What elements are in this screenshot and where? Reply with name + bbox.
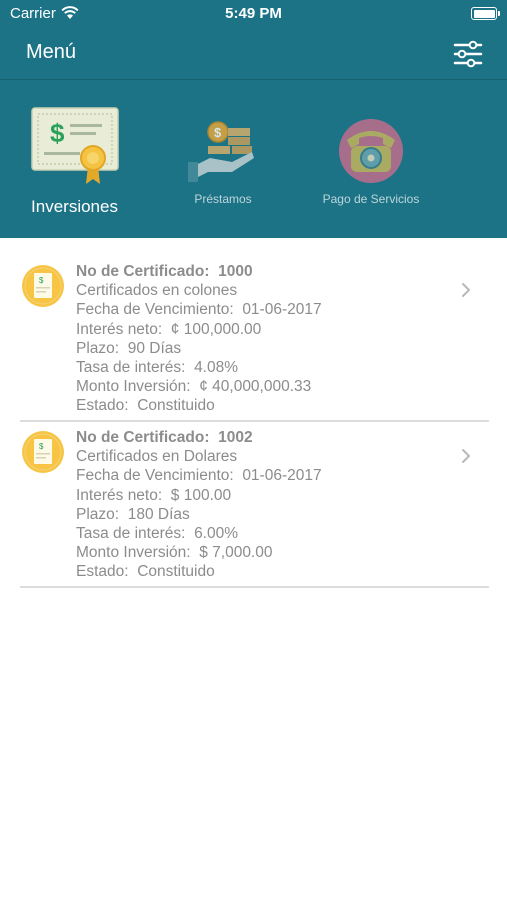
certificate-icon: $ bbox=[30, 107, 119, 184]
certificate-list: $ No de Certificado: 1000 Certificados e… bbox=[20, 256, 489, 588]
due-date: 01-06-2017 bbox=[242, 301, 322, 319]
status-label: Estado: bbox=[76, 397, 129, 415]
tab-bar: $ Inversiones $ Préstamos Pago de Servic… bbox=[0, 80, 507, 238]
due-date: 01-06-2017 bbox=[242, 467, 322, 485]
tab-label: Pago de Servicios bbox=[322, 192, 420, 206]
list-item[interactable]: $ No de Certificado: 1000 Certificados e… bbox=[20, 256, 489, 422]
svg-text:$: $ bbox=[39, 276, 44, 285]
status-value: Constituido bbox=[137, 563, 215, 581]
interest-value: $ 100.00 bbox=[170, 486, 232, 504]
svg-text:$: $ bbox=[50, 118, 65, 148]
telephone-icon bbox=[339, 119, 403, 183]
amount-label: Monto Inversión: bbox=[76, 378, 191, 396]
certificate-number: 1002 bbox=[218, 429, 253, 446]
svg-text:$: $ bbox=[39, 442, 44, 451]
list-item[interactable]: $ No de Certificado: 1002 Certificados e… bbox=[20, 422, 489, 588]
amount-value: $ 7,000.00 bbox=[199, 544, 273, 562]
tab-inversiones[interactable]: $ Inversiones bbox=[18, 106, 131, 217]
document-icon: $ bbox=[22, 265, 64, 307]
tab-prestamos[interactable]: $ Préstamos bbox=[178, 118, 268, 206]
term-value: 90 Días bbox=[127, 339, 182, 357]
nav-bar: Menú bbox=[0, 30, 507, 80]
filter-settings-icon[interactable] bbox=[451, 37, 485, 71]
term-label: Plazo: bbox=[76, 339, 120, 357]
interest-label: Interés neto: bbox=[76, 320, 163, 338]
chevron-right-icon bbox=[462, 449, 470, 463]
menu-title: Menú bbox=[26, 41, 77, 63]
rate-label: Tasa de interés: bbox=[76, 359, 186, 377]
tab-pago-servicios[interactable]: Pago de Servicios bbox=[306, 118, 436, 206]
amount-label: Monto Inversión: bbox=[76, 544, 191, 562]
rate-label: Tasa de interés: bbox=[76, 525, 186, 543]
certificate-type: Certificados en colones bbox=[76, 282, 238, 300]
certificate-number-label: No de Certificado: bbox=[76, 429, 210, 446]
header-area: Carrier 5:49 PM Menú $ Inversiones $ Pré… bbox=[0, 0, 507, 238]
rate-value: 4.08% bbox=[194, 359, 239, 377]
term-label: Plazo: bbox=[76, 505, 120, 523]
rate-value: 6.00% bbox=[194, 525, 239, 543]
document-icon: $ bbox=[22, 431, 64, 473]
chevron-right-icon bbox=[462, 283, 470, 297]
svg-text:$: $ bbox=[214, 125, 222, 140]
tab-label: Préstamos bbox=[194, 192, 252, 206]
due-date-label: Fecha de Vencimiento: bbox=[76, 467, 234, 485]
amount-value: ¢ 40,000,000.33 bbox=[199, 378, 312, 396]
money-hand-icon: $ bbox=[188, 121, 254, 182]
certificate-number: 1000 bbox=[218, 263, 253, 280]
term-value: 180 Días bbox=[127, 505, 190, 523]
interest-value: ¢ 100,000.00 bbox=[170, 320, 262, 338]
certificate-number-label: No de Certificado: bbox=[76, 263, 210, 280]
status-value: Constituido bbox=[137, 397, 215, 415]
status-bar: Carrier 5:49 PM bbox=[0, 0, 507, 30]
certificate-type: Certificados en Dolares bbox=[76, 448, 238, 466]
tab-label: Inversiones bbox=[31, 197, 118, 216]
status-label: Estado: bbox=[76, 563, 129, 581]
interest-label: Interés neto: bbox=[76, 486, 163, 504]
due-date-label: Fecha de Vencimiento: bbox=[76, 301, 234, 319]
clock: 5:49 PM bbox=[225, 5, 282, 22]
battery-icon bbox=[471, 7, 500, 20]
